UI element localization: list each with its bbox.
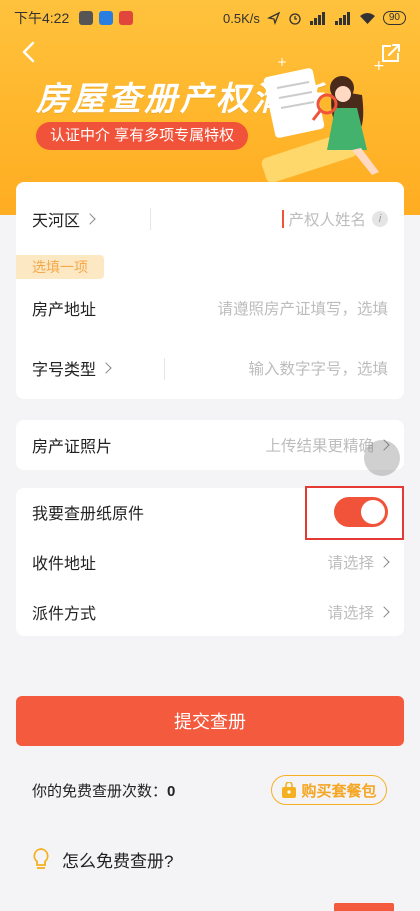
buy-package-label: 购买套餐包	[301, 782, 377, 800]
receive-address-value: 请选择	[327, 555, 374, 572]
photo-row[interactable]: 房产证照片 上传结果更精确	[16, 420, 404, 470]
optional-tag: 选填一项	[16, 255, 104, 279]
signal-icon	[309, 11, 325, 25]
address-input[interactable]: 请遵照房产证填写，选填	[217, 297, 388, 319]
free-count-value: 0	[167, 783, 176, 800]
photo-card[interactable]: 房产证照片 上传结果更精确	[16, 420, 404, 470]
text-cursor	[282, 210, 285, 228]
owner-name-input[interactable]: 产权人姓名 i	[282, 208, 388, 230]
alarm-icon	[289, 13, 301, 25]
receive-address-row[interactable]: 收件地址 请选择	[16, 538, 404, 586]
submit-button[interactable]: 提交查册	[16, 696, 404, 746]
svg-text:+: +	[373, 58, 385, 74]
woman-reading-illustration: + +	[261, 55, 385, 183]
receive-address-label: 收件地址	[32, 556, 97, 573]
info-icon[interactable]: i	[372, 211, 388, 227]
divider	[150, 208, 151, 230]
district-row[interactable]: 天河区 产权人姓名 i	[16, 195, 404, 243]
free-count-label: 你的免费查册次数：	[32, 783, 168, 800]
notification-icon	[79, 11, 94, 25]
wifi-icon	[359, 12, 375, 24]
delivery-method-label: 派件方式	[32, 606, 97, 623]
shopping-bag-icon	[282, 781, 297, 798]
paper-original-toggle[interactable]	[334, 497, 388, 527]
address-row[interactable]: 房产地址 请遵照房产证填写，选填	[16, 285, 404, 331]
number-type-selector[interactable]: 字号类型	[32, 356, 112, 380]
number-input[interactable]: 输入数字字号，选填	[248, 357, 388, 379]
svg-text:+: +	[277, 55, 287, 69]
chevron-right-icon	[378, 556, 390, 568]
faq-label: 怎么免费查册?	[62, 851, 174, 871]
status-time: 下午4:22	[14, 10, 70, 26]
hero-promo-pill: 认证中介 享有多项专属特权	[36, 122, 249, 150]
faq-row[interactable]: 怎么免费查册?	[30, 846, 173, 872]
signal-icon	[334, 11, 350, 25]
status-bar: 下午4:22 0.5K/s 90	[0, 0, 420, 36]
delivery-method-value: 请选择	[327, 605, 374, 622]
paper-original-label: 我要查册纸原件	[32, 506, 145, 523]
lightbulb-icon	[33, 848, 49, 869]
notification-icon	[119, 11, 134, 25]
property-info-card: 天河区 产权人姓名 i 选填一项 房产地址 请遵照房产证填写，选填 字号类型 输…	[16, 182, 404, 399]
network-speed: 0.5K/s	[223, 10, 260, 26]
toggle-knob	[361, 500, 385, 524]
chevron-right-icon	[84, 213, 96, 225]
district-label: 天河区	[32, 213, 81, 230]
chevron-right-icon	[378, 606, 390, 618]
owner-name-placeholder: 产权人姓名	[288, 212, 366, 229]
notification-icon	[99, 11, 114, 25]
battery-icon: 90	[382, 11, 406, 25]
number-type-row[interactable]: 字号类型 输入数字字号，选填	[16, 345, 404, 391]
location-icon	[266, 11, 281, 25]
chevron-right-icon	[100, 362, 112, 374]
photo-label: 房产证照片	[32, 439, 113, 456]
bottom-accent-bar	[334, 903, 394, 911]
free-count-text: 你的免费查册次数：0	[32, 780, 175, 801]
number-type-label: 字号类型	[32, 362, 97, 379]
back-arrow-icon[interactable]	[18, 40, 42, 64]
notification-icons	[79, 11, 134, 25]
delivery-method-row[interactable]: 派件方式 请选择	[16, 588, 404, 636]
floating-handle-button[interactable]	[364, 440, 400, 476]
address-label: 房产地址	[32, 302, 97, 319]
district-selector[interactable]: 天河区	[32, 207, 96, 231]
divider	[164, 358, 165, 380]
photo-hint: 上传结果更精确	[265, 438, 374, 455]
buy-package-button[interactable]: 购买套餐包	[271, 775, 387, 805]
